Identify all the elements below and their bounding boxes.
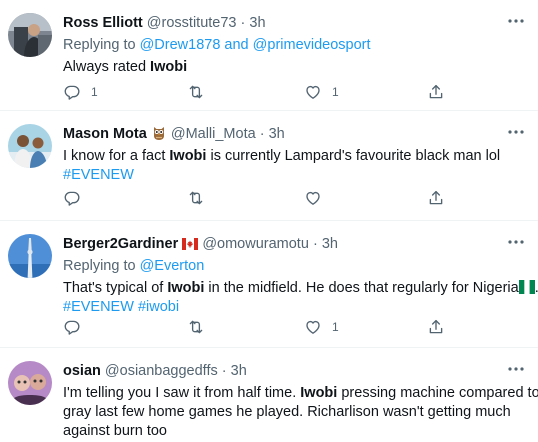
display-name[interactable]: Ross Elliott	[63, 15, 143, 31]
reply-button[interactable]	[63, 188, 91, 208]
like-count: 1	[332, 85, 339, 99]
like-button[interactable]: 1	[304, 82, 339, 102]
reply-icon	[63, 318, 81, 336]
separator-dot: ·	[259, 126, 265, 142]
tweet-text-part: against burn too	[63, 423, 167, 439]
more-icon[interactable]	[508, 18, 524, 24]
retweet-icon	[187, 189, 205, 207]
tweet-text-highlight: Iwobi	[167, 280, 205, 296]
reply-button[interactable]: 1	[63, 82, 98, 102]
tweet-text-highlight: Iwobi	[169, 148, 207, 164]
tweet[interactable]: Mason Mota @Malli_Mota · 3h I know for a…	[0, 111, 538, 221]
like-button[interactable]	[304, 188, 332, 208]
retweet-icon	[187, 318, 205, 336]
mention-and[interactable]: and	[224, 37, 248, 53]
retweet-button[interactable]	[187, 82, 215, 102]
tweet-text: I know for a fact Iwobi is currently Lam…	[63, 147, 501, 166]
tweet-actions: 1	[63, 317, 463, 337]
tweet-hashtags: #EVENEW	[63, 166, 498, 185]
share-button[interactable]	[427, 188, 445, 208]
replying-to-label: Replying to	[63, 258, 136, 274]
timestamp[interactable]: 3h	[249, 15, 265, 31]
tweet-text-part: Always rated	[63, 59, 151, 75]
tweet-text-part: in the midfield. He does that regularly …	[204, 280, 519, 296]
tweet[interactable]: Berger2Gardiner @omowuramotu · 3h Replyi…	[0, 221, 538, 348]
tweet[interactable]: osian @osianbaggedffs · 3h I'm telling y…	[0, 348, 538, 442]
tweet-hashtags: #EVENEW #iwobi	[63, 298, 498, 317]
timestamp[interactable]: 3h	[269, 126, 285, 142]
display-name[interactable]: Berger2Gardiner	[63, 236, 178, 252]
reply-count: 1	[91, 85, 98, 99]
mention-link[interactable]: @Drew1878	[140, 37, 221, 53]
tweet-text: That's typical of Iwobi in the midfield.…	[63, 279, 538, 298]
tweet-text-part: I know for a fact	[63, 148, 170, 164]
user-handle[interactable]: @Malli_Mota	[171, 126, 256, 142]
tweet-text: Always rated Iwobi	[63, 58, 498, 77]
user-handle[interactable]: @omowuramotu	[202, 236, 309, 252]
share-button[interactable]	[427, 82, 445, 102]
tweet-text-highlight: Iwobi	[300, 385, 338, 401]
avatar[interactable]	[8, 361, 52, 405]
hashtag-link[interactable]: #EVENEW	[63, 299, 134, 315]
tweet-header: osian @osianbaggedffs · 3h	[63, 362, 498, 380]
tweet-text: I'm telling you I saw it from half time.…	[63, 384, 538, 403]
more-icon[interactable]	[508, 366, 524, 372]
tweet[interactable]: Ross Elliott @rosstitute73 · 3h Replying…	[0, 0, 538, 111]
avatar[interactable]	[8, 13, 52, 57]
tweet-header: Ross Elliott @rosstitute73 · 3h	[63, 14, 498, 32]
like-icon	[304, 318, 322, 336]
tweet-header: Berger2Gardiner @omowuramotu · 3h	[63, 235, 498, 253]
tweet-feed: Ross Elliott @rosstitute73 · 3h Replying…	[0, 0, 538, 442]
share-icon	[427, 83, 445, 101]
replying-to-line: Replying to @Drew1878 and @primevideospo…	[63, 36, 498, 55]
reply-button[interactable]	[63, 317, 91, 337]
tweet-text-part: pressing machine compared to	[337, 385, 538, 401]
hashtag-link[interactable]: #EVENEW	[63, 167, 134, 183]
retweet-icon	[187, 83, 205, 101]
user-handle[interactable]: @rosstitute73	[147, 15, 237, 31]
tweet-actions	[63, 188, 463, 208]
avatar[interactable]	[8, 234, 52, 278]
tweet-text: gray last few home games he played. Rich…	[63, 403, 511, 422]
display-name[interactable]: Mason Mota	[63, 126, 147, 142]
share-button[interactable]	[427, 317, 445, 337]
separator-dot: ·	[312, 236, 318, 252]
like-icon	[304, 189, 322, 207]
timestamp[interactable]: 3h	[231, 363, 247, 379]
timestamp[interactable]: 3h	[322, 236, 338, 252]
separator-dot: ·	[240, 15, 246, 31]
like-button[interactable]: 1	[304, 317, 339, 337]
nigeria-flag-icon	[518, 280, 535, 294]
tweet-text-highlight: Iwobi	[150, 59, 188, 75]
more-icon[interactable]	[508, 129, 524, 135]
reply-icon	[63, 83, 81, 101]
share-icon	[427, 318, 445, 336]
tweet-text-part: I'm telling you I saw it from half time.	[63, 385, 301, 401]
tweet-text-part: gray last few home games he played. Rich…	[63, 404, 511, 420]
user-handle[interactable]: @osianbaggedffs	[105, 363, 218, 379]
retweet-button[interactable]	[187, 188, 215, 208]
avatar[interactable]	[8, 124, 52, 168]
tweet-text-part: is currently Lampard's favourite black m…	[206, 148, 501, 164]
tweet-text: against burn too	[63, 422, 498, 441]
canada-flag-icon	[182, 238, 199, 250]
replying-to-line: Replying to @Everton	[63, 257, 498, 276]
like-icon	[304, 83, 322, 101]
tweet-actions: 1 1	[63, 82, 463, 102]
tweet-header: Mason Mota @Malli_Mota · 3h	[63, 125, 498, 143]
display-name[interactable]: osian	[63, 363, 101, 379]
mention-link[interactable]: @primevideosport	[253, 37, 371, 53]
more-icon[interactable]	[508, 239, 524, 245]
replying-to-label: Replying to	[63, 37, 136, 53]
mention-link[interactable]: @Everton	[140, 258, 205, 274]
hashtag-link[interactable]: #iwobi	[138, 299, 179, 315]
share-icon	[427, 189, 445, 207]
owl-emoji-icon	[153, 127, 164, 140]
tweet-text-part: That's typical of	[63, 280, 168, 296]
like-count: 1	[332, 320, 339, 334]
retweet-button[interactable]	[187, 317, 215, 337]
separator-dot: ·	[221, 363, 227, 379]
reply-icon	[63, 189, 81, 207]
